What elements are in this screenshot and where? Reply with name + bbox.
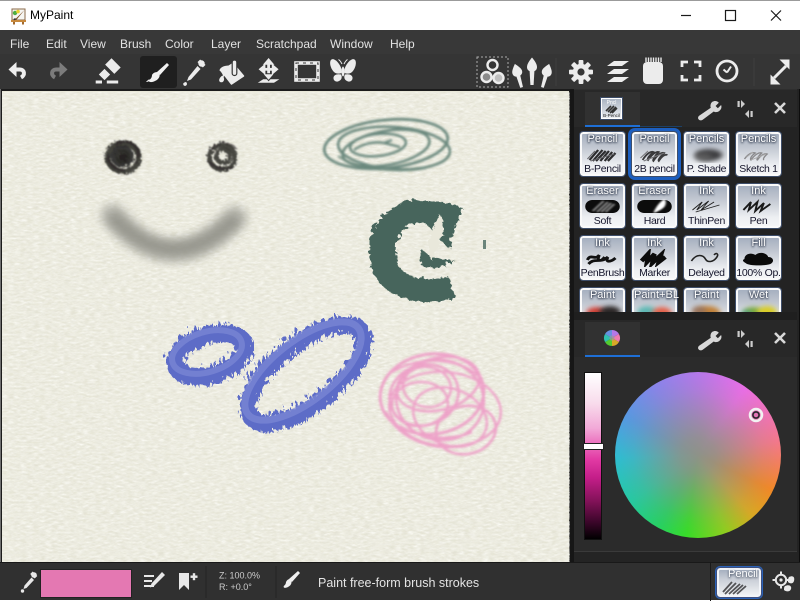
svg-text:R: +0.0°: R: +0.0° <box>219 582 252 592</box>
svg-text:B-Pencil: B-Pencil <box>603 113 620 118</box>
svg-text:Paint free-form brush strokes: Paint free-form brush strokes <box>318 576 479 590</box>
svg-text:Z: 100.0%: Z: 100.0% <box>219 571 260 581</box>
